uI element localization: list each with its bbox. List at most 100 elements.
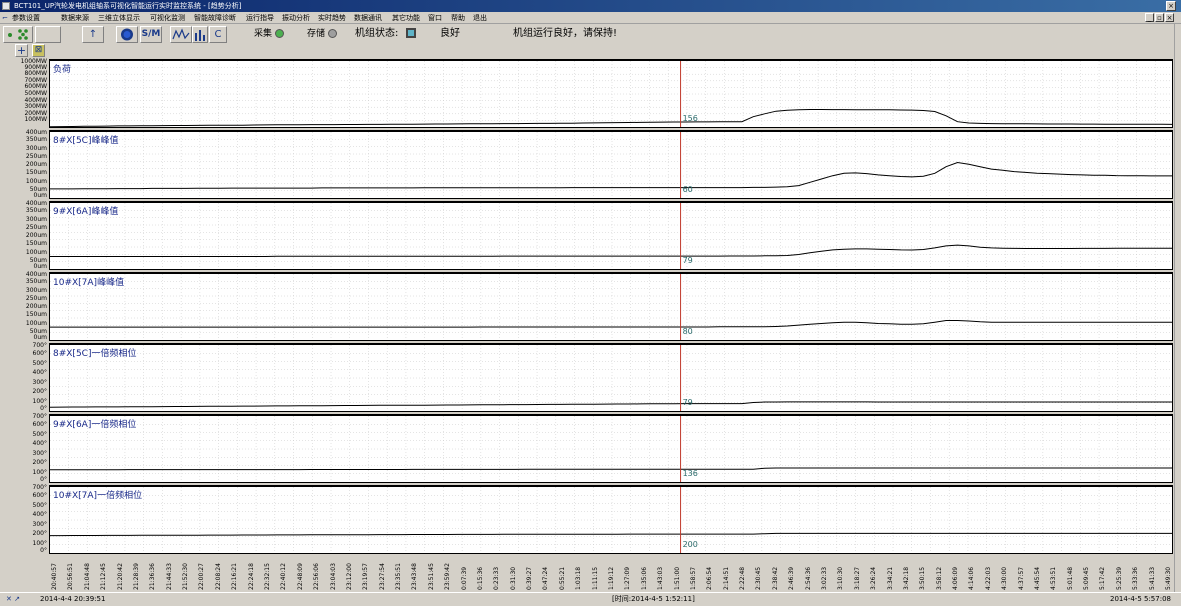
x-tick-label: 5:33:36 bbox=[1132, 566, 1140, 590]
y-tick-label: 900MW bbox=[24, 63, 47, 71]
y-tick-label: 600° bbox=[32, 350, 47, 358]
x-tick: 1:19:12 bbox=[606, 556, 616, 590]
x-tick: 23:19:57 bbox=[360, 556, 370, 590]
y-tick-label: 300° bbox=[32, 449, 47, 457]
grid-toggle-icon[interactable]: ⊠ bbox=[32, 44, 45, 57]
x-tick: 23:51:45 bbox=[426, 556, 436, 590]
record-icon[interactable] bbox=[116, 26, 138, 43]
x-tick: 0:39:27 bbox=[524, 556, 534, 590]
x-tick-label: 21:44:33 bbox=[165, 563, 173, 590]
app-icon bbox=[2, 2, 10, 10]
x-tick-label: 4:06:09 bbox=[952, 566, 960, 590]
x-tick: 0:15:36 bbox=[475, 556, 485, 590]
menu-item-window[interactable]: 窗口 bbox=[428, 12, 442, 24]
y-axis: 100MW 200MW 300MW 400MW 500MW 600MW 700MW 800MW… bbox=[7, 59, 49, 128]
y-tick-label: 200° bbox=[32, 530, 47, 538]
x-tick: 1:58:57 bbox=[688, 556, 698, 590]
bar-chart-icon[interactable] bbox=[192, 26, 208, 43]
menu-item-comm[interactable]: 数据通讯 bbox=[354, 12, 382, 24]
status-square-icon bbox=[405, 28, 416, 38]
x-tick-label: 23:04:03 bbox=[329, 563, 337, 590]
menu-item-guide[interactable]: 运行指导 bbox=[246, 12, 274, 24]
y-tick-label: 200MW bbox=[24, 109, 47, 117]
refresh-icon[interactable]: C bbox=[209, 26, 227, 43]
crosshair-icon[interactable]: + bbox=[15, 44, 28, 57]
y-tick-label: 250um bbox=[25, 294, 47, 302]
x-tick-label: 22:56:06 bbox=[313, 563, 321, 590]
y-tick-label: 400um bbox=[25, 200, 47, 207]
plot-area[interactable]: 9#X[6A]峰峰值 79 bbox=[49, 201, 1173, 270]
y-tick-label: 600° bbox=[32, 492, 47, 500]
y-tick-label: 600° bbox=[32, 421, 47, 429]
menu-item-vibration[interactable]: 振动分析 bbox=[282, 12, 310, 24]
x-tick-label: 21:52:30 bbox=[182, 563, 190, 590]
y-tick-label: 200um bbox=[25, 161, 47, 168]
close-icon[interactable]: × bbox=[1166, 1, 1176, 11]
cross-arrow-icon[interactable]: ✕ ↗ bbox=[6, 593, 20, 605]
y-tick-label: 700° bbox=[32, 484, 47, 491]
x-tick: 5:17:42 bbox=[1097, 556, 1107, 590]
y-tick-label: 1000MW bbox=[20, 58, 47, 65]
x-tick-label: 0:15:36 bbox=[476, 566, 484, 590]
dots-icon[interactable] bbox=[3, 26, 33, 43]
y-tick-label: 0um bbox=[33, 334, 47, 341]
x-tick: 3:10:30 bbox=[835, 556, 845, 590]
x-tick: 3:26:24 bbox=[868, 556, 878, 590]
y-tick-label: 250um bbox=[25, 152, 47, 160]
plot-area[interactable]: 9#X[6A]一倍频相位 136 bbox=[49, 414, 1173, 483]
y-tick-label: 400MW bbox=[24, 96, 47, 104]
x-tick: 5:09:45 bbox=[1081, 556, 1091, 590]
x-tick: 21:20:42 bbox=[115, 556, 125, 590]
menu-item-diagnosis[interactable]: 智能故障诊断 bbox=[194, 12, 236, 24]
menu-item-source[interactable]: 数据来源 bbox=[61, 12, 89, 24]
menu-item-exit[interactable]: 退出 bbox=[473, 12, 487, 24]
menu-item-trend[interactable]: 实时趋势 bbox=[318, 12, 346, 24]
y-tick-label: 150um bbox=[25, 311, 47, 319]
y-tick-label: 350um bbox=[25, 136, 47, 144]
trend-line bbox=[50, 320, 1172, 328]
plot-svg bbox=[50, 132, 1172, 198]
waveform-icon[interactable] bbox=[170, 26, 192, 43]
menu-item-visual[interactable]: 可视化监测 bbox=[150, 12, 185, 24]
restore-icon[interactable]: ▫ bbox=[1155, 13, 1164, 22]
x-tick: 20:56:51 bbox=[65, 556, 75, 590]
minimize-icon[interactable]: _ bbox=[1145, 13, 1154, 22]
cursor-value: 79 bbox=[682, 398, 693, 407]
x-tick: 3:58:12 bbox=[934, 556, 944, 590]
menu-item-params[interactable]: 参数设置 bbox=[12, 12, 40, 24]
x-tick: 5:25:39 bbox=[1114, 556, 1124, 590]
menu-item-help[interactable]: 帮助 bbox=[451, 12, 465, 24]
x-tick: 23:12:00 bbox=[344, 556, 354, 590]
arrow-up-icon[interactable]: ↑ bbox=[82, 26, 104, 43]
x-tick: 3:42:18 bbox=[901, 556, 911, 590]
x-tick-label: 5:09:45 bbox=[1083, 566, 1091, 590]
plot-area[interactable]: 10#X[7A]峰峰值 80 bbox=[49, 272, 1173, 341]
collect-indicator: 采集 bbox=[254, 27, 285, 41]
blank-button[interactable] bbox=[35, 26, 61, 43]
mdi-icon[interactable]: ⌐ bbox=[2, 12, 8, 24]
trend-line bbox=[50, 467, 1172, 471]
vertical-scrollbar[interactable] bbox=[1174, 24, 1181, 592]
plot-area[interactable]: 8#X[5C]峰峰值 60 bbox=[49, 130, 1173, 199]
x-tick-label: 1:35:06 bbox=[640, 566, 648, 590]
x-tick-label: 20:56:51 bbox=[67, 563, 75, 590]
sm-icon[interactable]: S/M bbox=[140, 26, 162, 43]
plot-area[interactable]: 10#X[7A]一倍频相位 200 bbox=[49, 485, 1173, 554]
plot-area[interactable]: 8#X[5C]一倍频相位 79 bbox=[49, 343, 1173, 412]
y-tick-label: 700° bbox=[32, 342, 47, 349]
close-child-icon[interactable]: × bbox=[1165, 13, 1174, 22]
x-tick: 2:38:42 bbox=[770, 556, 780, 590]
y-tick-label: 400um bbox=[25, 271, 47, 278]
x-tick: 4:45:54 bbox=[1032, 556, 1042, 590]
x-tick-label: 1:27:09 bbox=[624, 566, 632, 590]
x-axis: 20:40:57 20:56:51 21:04:48 21:12:45 21:20:42… bbox=[49, 554, 1173, 592]
menu-item-other[interactable]: 其它功能 bbox=[392, 12, 420, 24]
x-tick: 0:23:33 bbox=[491, 556, 501, 590]
x-tick: 1:43:03 bbox=[655, 556, 665, 590]
plot-area[interactable]: 负荷 156 bbox=[49, 59, 1173, 128]
menu-item-3d[interactable]: 三维立体显示 bbox=[98, 12, 140, 24]
y-tick-label: 350um bbox=[25, 278, 47, 286]
y-tick-label: 300MW bbox=[24, 103, 47, 111]
chart-title: 10#X[7A]峰峰值 bbox=[53, 278, 125, 288]
x-tick-label: 2:22:48 bbox=[739, 566, 747, 590]
